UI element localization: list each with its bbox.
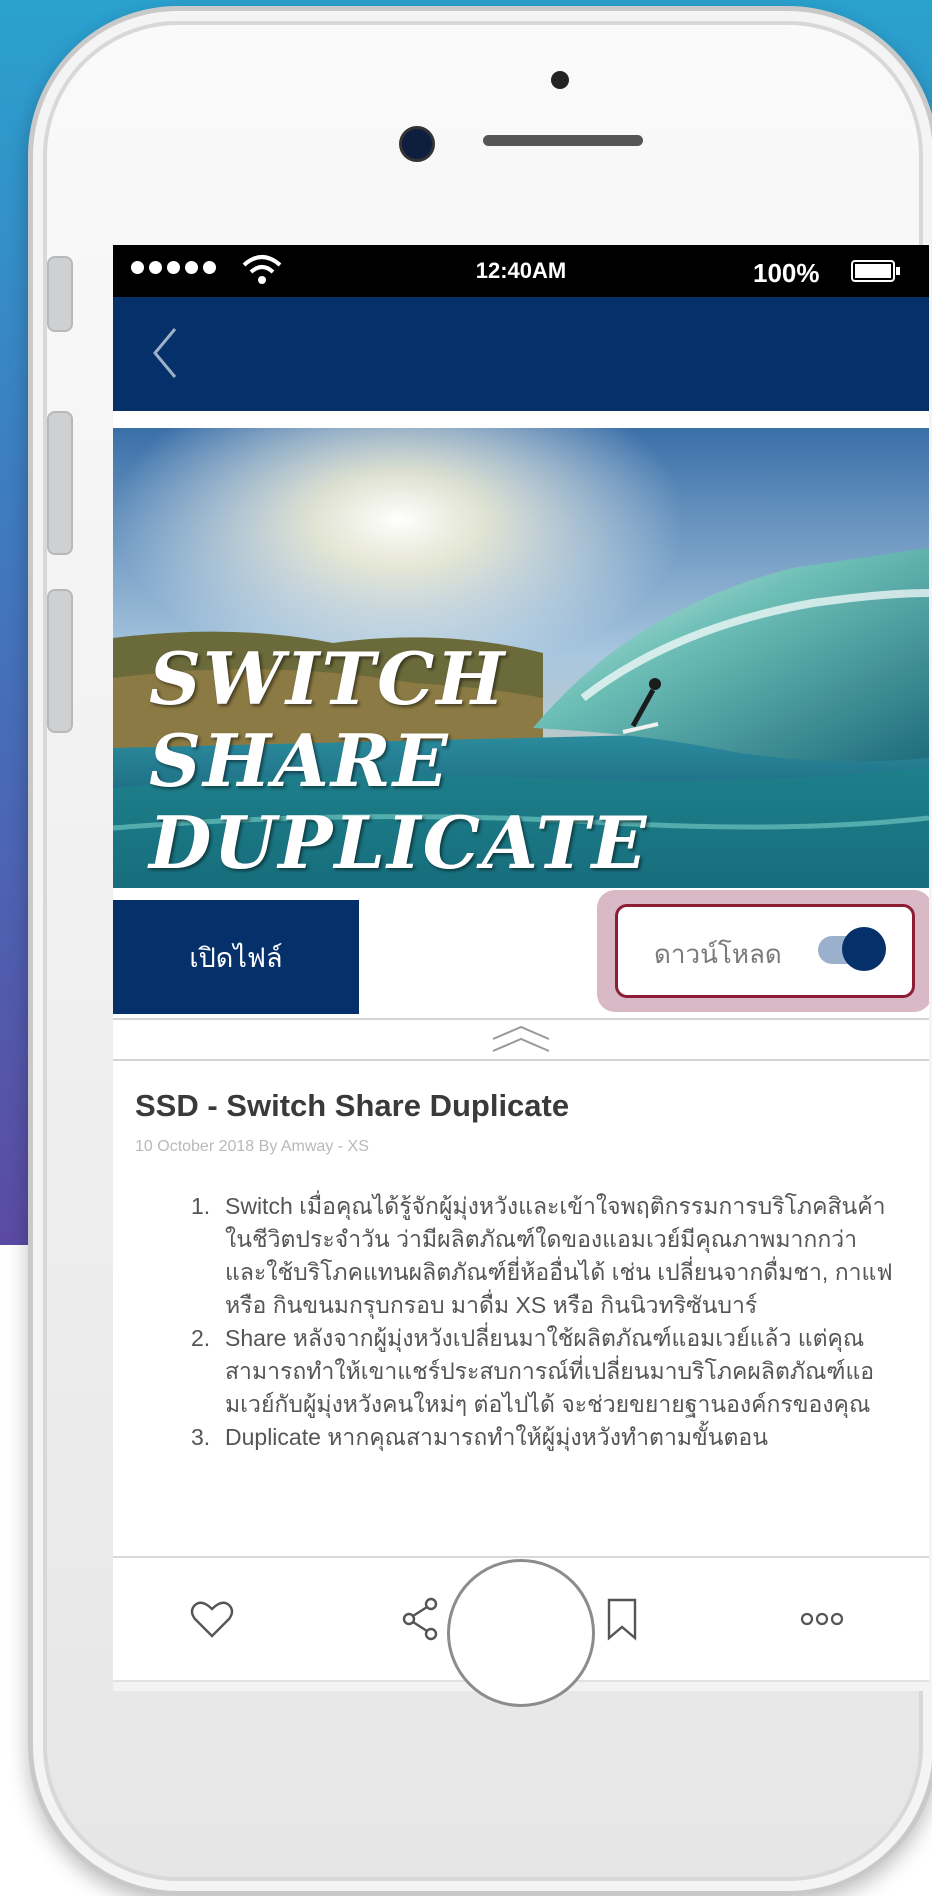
collapse-chevron-icon[interactable]: [485, 1023, 557, 1057]
hero-title: SWITCH SHARE DUPLICATE: [149, 638, 648, 884]
phone-frame: 12:40AM 100% SWITCH SHARE DUPLICATE เปิด…: [28, 6, 932, 1896]
hero-image: SWITCH SHARE DUPLICATE: [113, 428, 929, 888]
earpiece-speaker: [483, 135, 643, 146]
list-text: Duplicate หากคุณสามารถทำให้ผู้มุ่งหวังทำ…: [225, 1424, 768, 1450]
article-title: SSD - Switch Share Duplicate: [135, 1088, 570, 1123]
front-camera: [399, 126, 435, 162]
hero-title-line: DUPLICATE: [149, 800, 649, 885]
divider: [113, 1059, 929, 1061]
list-text: Switch เมื่อคุณได้รู้จักผู้มุ่งหวังและเข…: [225, 1193, 893, 1318]
battery-icon: [851, 260, 900, 282]
list-text: Share หลังจากผู้มุ่งหวังเปลี่ยนมาใช้ผลิต…: [225, 1325, 875, 1417]
list-item: 1. Switch เมื่อคุณได้รู้จักผู้มุ่งหวังแล…: [191, 1190, 903, 1322]
volume-up-button: [47, 411, 73, 555]
more-icon[interactable]: [797, 1594, 847, 1644]
article-meta: 10 October 2018 By Amway - XS: [135, 1138, 369, 1155]
divider: [113, 1018, 929, 1020]
phone-screen: 12:40AM 100% SWITCH SHARE DUPLICATE เปิด…: [113, 245, 929, 1691]
list-number: 3.: [191, 1424, 211, 1450]
mute-switch: [47, 256, 73, 332]
open-file-button[interactable]: เปิดไฟล์: [113, 900, 359, 1014]
list-number: 2.: [191, 1325, 211, 1351]
download-label: ดาวน์โหลด: [654, 939, 782, 969]
action-row: เปิดไฟล์ ดาวน์โหลด: [113, 890, 929, 1014]
list-item: 3. Duplicate หากคุณสามารถทำให้ผู้มุ่งหวั…: [191, 1421, 903, 1454]
article-list: 1. Switch เมื่อคุณได้รู้จักผู้มุ่งหวังแล…: [191, 1190, 903, 1454]
list-item: 2. Share หลังจากผู้มุ่งหวังเปลี่ยนมาใช้ผ…: [191, 1322, 903, 1421]
battery-percentage: 100%: [753, 258, 820, 288]
status-bar: 12:40AM 100%: [113, 245, 929, 297]
download-control[interactable]: ดาวน์โหลด: [615, 904, 915, 998]
heart-icon[interactable]: [187, 1594, 237, 1644]
navigation-bar: [113, 297, 929, 411]
back-chevron-icon[interactable]: [149, 323, 179, 383]
download-toggle[interactable]: [818, 927, 886, 971]
volume-down-button: [47, 589, 73, 733]
share-icon[interactable]: [397, 1594, 447, 1644]
list-number: 1.: [191, 1193, 211, 1219]
hero-title-line: SHARE: [149, 718, 450, 803]
proximity-sensor: [551, 71, 569, 89]
toggle-knob: [842, 927, 886, 971]
bookmark-icon[interactable]: [597, 1594, 647, 1644]
hero-title-line: SWITCH: [149, 636, 507, 721]
home-button[interactable]: [447, 1559, 595, 1707]
